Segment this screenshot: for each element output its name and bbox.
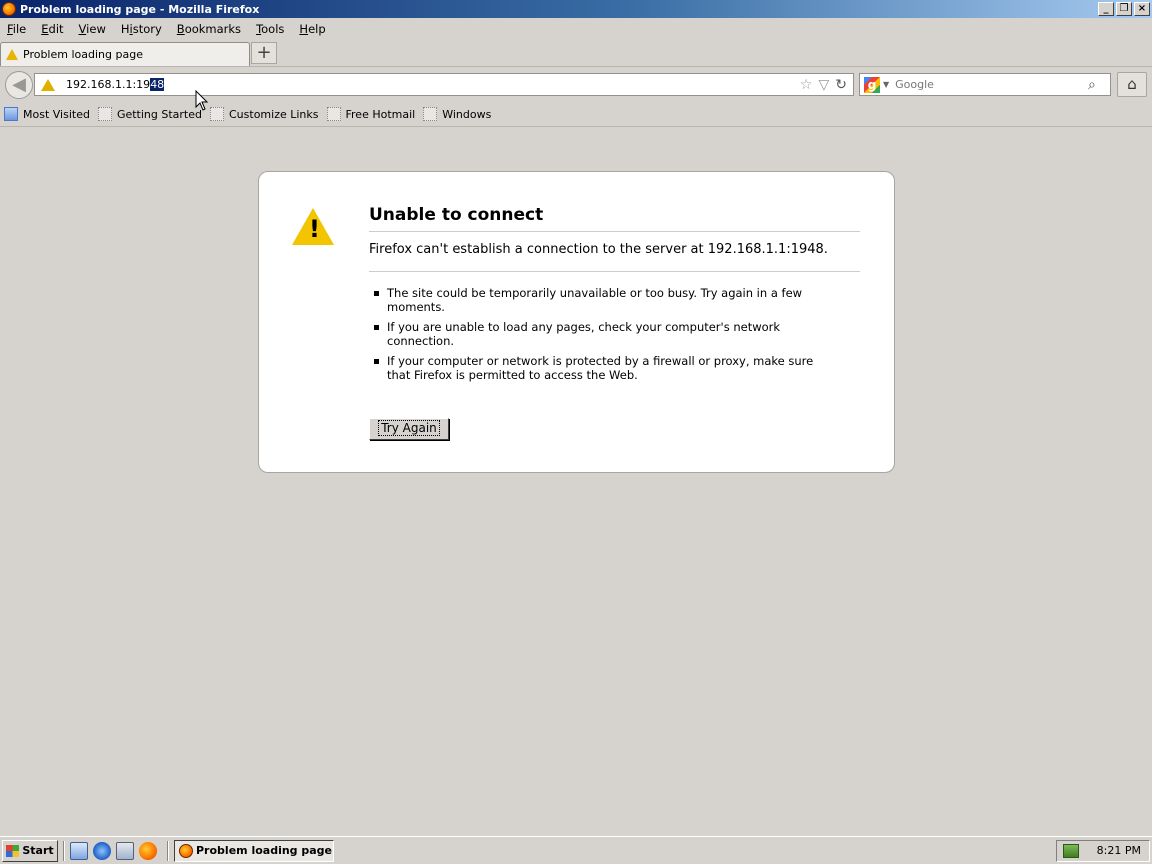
taskbar-firefox-window[interactable]: Problem loading page ... xyxy=(174,839,334,862)
menu-history-first: H xyxy=(120,22,130,36)
most-visited-icon xyxy=(4,107,18,121)
list-item: If your computer or network is protected… xyxy=(369,354,839,382)
try-again-button[interactable]: Try Again xyxy=(369,418,449,440)
start-button[interactable]: Start xyxy=(2,839,58,862)
menu-bookmarks-label: ookmarks xyxy=(184,22,242,36)
firefox-icon xyxy=(2,2,16,16)
url-selection: 48 xyxy=(150,78,165,91)
menu-edit[interactable]: Edit xyxy=(34,22,71,36)
system-tray: 8:21 PM xyxy=(1056,839,1150,862)
page-icon xyxy=(423,107,438,121)
window-controls: _ ❐ × xyxy=(1098,2,1150,16)
windows-logo-icon xyxy=(6,844,20,857)
menu-tools[interactable]: Tools xyxy=(249,22,292,36)
url-plain: 192.168.1.1:19 xyxy=(66,78,151,91)
menu-file[interactable]: File xyxy=(0,22,34,36)
home-button[interactable]: ⌂ xyxy=(1117,72,1147,97)
page-icon xyxy=(210,107,224,121)
url-text[interactable]: 192.168.1.1:1948 xyxy=(66,78,165,91)
menu-help[interactable]: Help xyxy=(292,22,333,36)
url-bar[interactable]: 192.168.1.1:1948 ☆ ▽ ↻ xyxy=(34,73,854,96)
menu-bar: File Edit View History Bookmarks Tools H… xyxy=(0,18,1152,40)
firefox-icon xyxy=(179,843,193,858)
tab-problem-loading[interactable]: Problem loading page xyxy=(0,42,250,66)
bookmarks-toolbar: Most Visited Getting Started Customize L… xyxy=(0,102,1152,126)
firefox-quicklaunch-icon[interactable] xyxy=(139,841,157,860)
bookmark-free-hotmail[interactable]: Free Hotmail xyxy=(326,107,416,121)
page-icon xyxy=(97,107,112,121)
show-desktop-icon[interactable] xyxy=(70,841,88,860)
history-dropdown-icon[interactable]: ▽ xyxy=(818,77,829,93)
menu-tools-label: ools xyxy=(261,22,285,36)
navigation-toolbar: ◀ 192.168.1.1:1948 ☆ ▽ ↻ g ▼ Google ⌕ ⌂ xyxy=(0,66,1152,102)
taskbar: Start Problem loading page ... 8:21 PM xyxy=(0,836,1152,864)
back-button[interactable]: ◀ xyxy=(5,71,33,99)
menu-bookmarks[interactable]: Bookmarks xyxy=(170,22,249,36)
engine-dropdown-icon[interactable]: ▼ xyxy=(883,80,889,89)
search-bar[interactable]: g ▼ Google ⌕ xyxy=(859,73,1111,96)
search-icon[interactable]: ⌕ xyxy=(1088,77,1106,93)
warning-icon xyxy=(6,49,18,60)
menu-help-accel: H xyxy=(299,22,309,36)
bookmark-label: Customize Links xyxy=(229,107,319,121)
site-warning-icon xyxy=(41,78,55,91)
error-panel: Unable to connect Firefox can't establis… xyxy=(258,171,895,473)
url-actions: ☆ ▽ ↻ xyxy=(800,77,853,93)
page-content: Unable to connect Firefox can't establis… xyxy=(0,126,1152,836)
tab-label: Problem loading page xyxy=(23,48,143,61)
mouse-cursor-icon xyxy=(195,90,209,111)
error-description: Firefox can't establish a connection to … xyxy=(369,242,860,272)
list-item: The site could be temporarily unavailabl… xyxy=(369,286,839,314)
menu-view[interactable]: View xyxy=(72,22,114,36)
menu-history-label: story xyxy=(132,22,162,36)
bookmark-star-icon[interactable]: ☆ xyxy=(800,77,813,93)
taskbar-separator xyxy=(167,840,169,861)
menu-view-label: iew xyxy=(86,22,106,36)
menu-bookmarks-accel: B xyxy=(176,22,185,36)
reload-icon[interactable]: ↻ xyxy=(835,77,847,93)
bookmark-customize-links[interactable]: Customize Links xyxy=(210,107,319,121)
new-tab-button[interactable]: + xyxy=(251,42,277,64)
menu-edit-label: dit xyxy=(48,22,64,36)
taskbar-separator xyxy=(63,840,65,861)
bookmark-label: Windows xyxy=(442,107,492,121)
menu-help-label: elp xyxy=(308,22,326,36)
clock[interactable]: 8:21 PM xyxy=(1097,844,1141,857)
google-logo-icon[interactable]: g xyxy=(864,76,880,93)
error-suggestions: The site could be temporarily unavailabl… xyxy=(369,286,839,388)
start-label: Start xyxy=(22,844,54,857)
menu-edit-accel: E xyxy=(41,22,49,36)
tab-strip: Problem loading page + xyxy=(0,40,1152,66)
bookmark-windows[interactable]: Windows xyxy=(423,107,491,121)
internet-explorer-icon[interactable] xyxy=(93,841,111,860)
title-bar: Problem loading page - Mozilla Firefox _… xyxy=(0,0,1152,18)
network-icon[interactable] xyxy=(116,841,134,860)
window-title: Problem loading page - Mozilla Firefox xyxy=(20,2,260,16)
menu-history[interactable]: History xyxy=(114,22,170,36)
task-label: Problem loading page ... xyxy=(196,844,334,857)
restore-button[interactable]: ❐ xyxy=(1116,2,1132,16)
bookmark-label: Most Visited xyxy=(23,107,90,121)
list-item: If you are unable to load any pages, che… xyxy=(369,320,839,348)
network-tray-icon[interactable] xyxy=(1063,843,1079,858)
bookmark-most-visited[interactable]: Most Visited xyxy=(4,107,90,121)
error-title: Unable to connect xyxy=(369,205,860,232)
menu-file-label: ile xyxy=(12,22,27,36)
minimize-button[interactable]: _ xyxy=(1098,2,1114,16)
page-icon xyxy=(326,107,341,121)
close-button[interactable]: × xyxy=(1134,2,1150,16)
try-again-label: Try Again xyxy=(378,420,440,436)
bookmark-label: Getting Started xyxy=(116,107,202,121)
warning-icon xyxy=(292,208,334,245)
bookmark-label: Free Hotmail xyxy=(345,107,416,121)
search-input[interactable]: Google xyxy=(895,78,1088,91)
bookmark-getting-started[interactable]: Getting Started xyxy=(97,107,202,121)
